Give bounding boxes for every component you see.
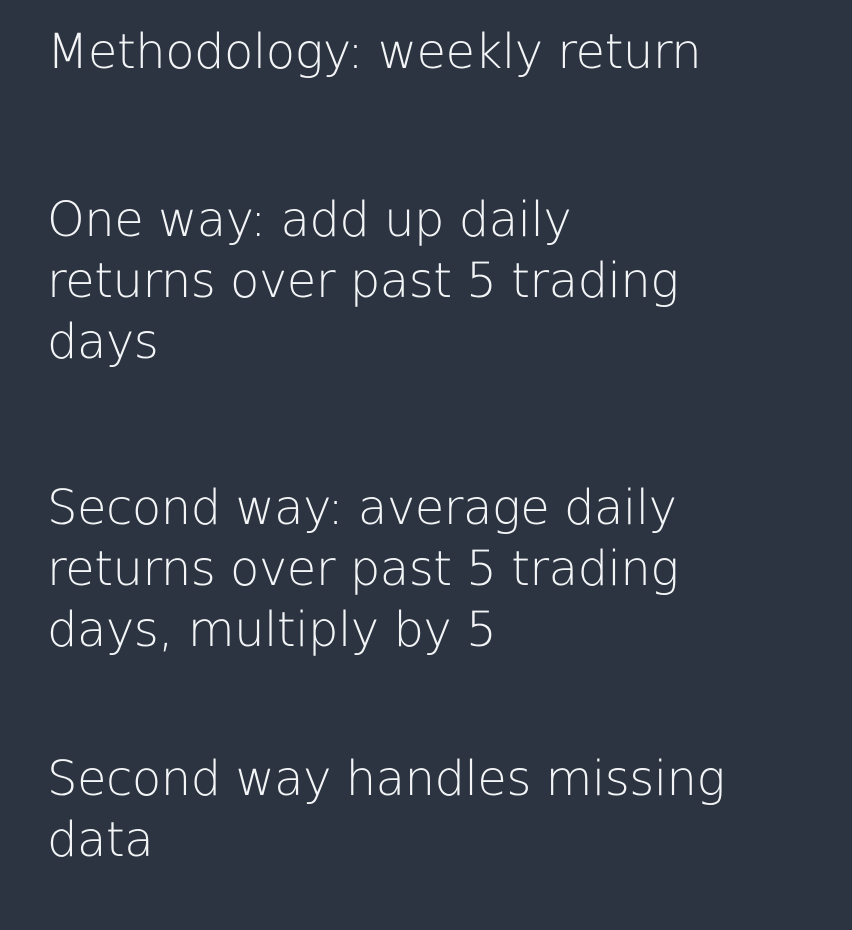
method-two-text: Second way: average daily returns over p… [47, 480, 679, 658]
slide-title: Methodology: weekly return [47, 24, 702, 80]
method-one-text: One way: add up daily returns over past … [47, 192, 679, 370]
slide: Methodology: weekly return One way: add … [0, 0, 852, 930]
conclusion-text: Second way handles missing data [47, 751, 725, 868]
